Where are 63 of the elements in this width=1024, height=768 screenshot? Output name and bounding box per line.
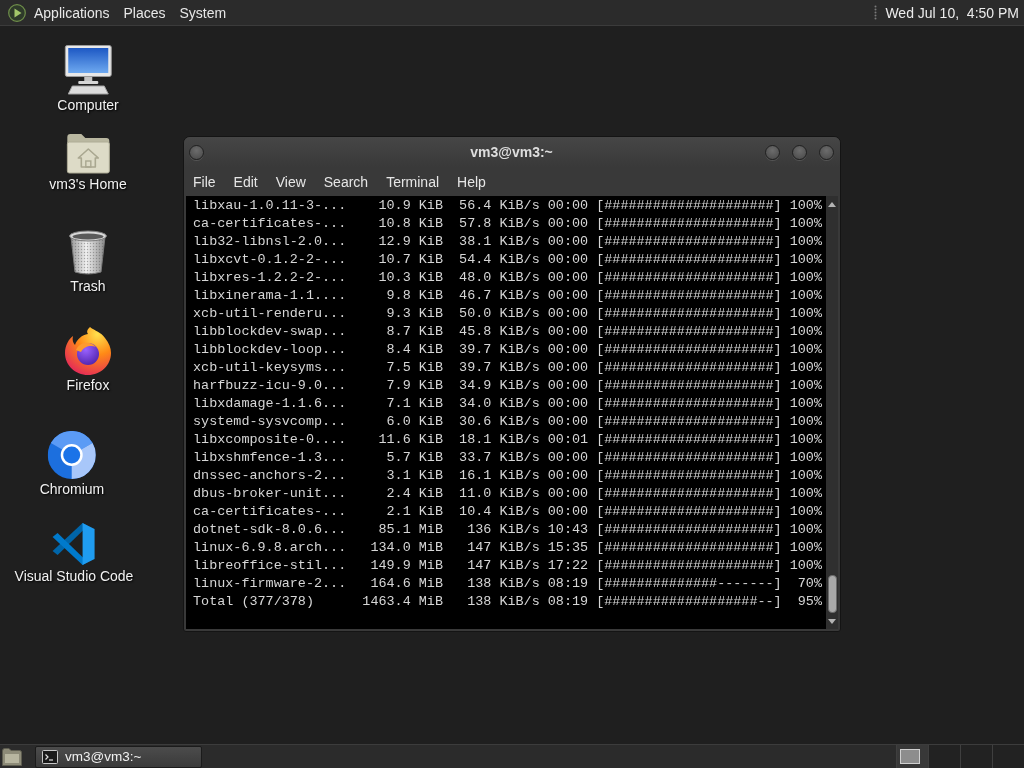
flame-globe-icon xyxy=(64,327,112,375)
terminal-line: harfbuzz-icu-9.0... 7.9 KiB 34.9 KiB/s 00:00 [#####################] 100% xyxy=(193,377,822,395)
monitor-icon xyxy=(64,45,112,95)
terminal-line: libxcvt-0.1.2-2-... 10.7 KiB 54.4 KiB/s 00:00 [#####################] 100% xyxy=(193,251,822,269)
scroll-down-icon[interactable] xyxy=(828,619,836,624)
window-title: vm3@vm3:~ xyxy=(470,144,553,160)
desktop-shortcut[interactable]: vm3's Home xyxy=(49,132,127,192)
scrollbar-thumb[interactable] xyxy=(827,575,837,613)
terminal-line: libblockdev-swap... 8.7 KiB 45.8 KiB/s 00:00 [#####################] 100% xyxy=(193,323,822,341)
terminal-line: libreoffice-stil... 149.9 MiB 147 KiB/s 17:22 [#####################] 100% xyxy=(193,557,822,575)
workspace-cell[interactable] xyxy=(992,745,1024,768)
terminal-line: ca-certificates-... 2.1 KiB 10.4 KiB/s 00:00 [#####################] 100% xyxy=(193,503,822,521)
terminal-line: libxshmfence-1.3... 5.7 KiB 33.7 KiB/s 00:00 [#####################] 100% xyxy=(193,449,822,467)
panel-menu[interactable]: System xyxy=(172,0,234,25)
terminal-line: ca-certificates-... 10.8 KiB 57.8 KiB/s 00:00 [#####################] 100% xyxy=(193,215,822,233)
terminal-line: lib32-libnsl-2.0... 12.9 KiB 38.1 KiB/s 00:00 [#####################] 100% xyxy=(193,233,822,251)
window-menu-button[interactable] xyxy=(189,144,204,160)
window-thumbnail-icon xyxy=(900,749,920,764)
terminal-line: xcb-util-keysyms... 7.5 KiB 39.7 KiB/s 00:00 [#####################] 100% xyxy=(193,359,822,377)
desktop-shortcut[interactable]: Computer xyxy=(57,45,119,113)
maximize-button[interactable] xyxy=(792,144,807,160)
terminal-line: libxres-1.2.2-2-... 10.3 KiB 48.0 KiB/s 00:00 [#####################] 100% xyxy=(193,269,822,287)
terminal-line: xcb-util-renderu... 9.3 KiB 50.0 KiB/s 00:00 [#####################] 100% xyxy=(193,305,822,323)
menu-item[interactable]: Terminal xyxy=(377,169,449,194)
terminal-line: linux-6.9.8.arch... 134.0 MiB 147 KiB/s 15:35 [#####################] 100% xyxy=(193,539,822,557)
terminal-line: dnssec-anchors-2... 3.1 KiB 16.1 KiB/s 00:00 [#####################] 100% xyxy=(193,467,822,485)
menu-item[interactable]: Search xyxy=(314,169,378,194)
terminal-line: dbus-broker-unit... 2.4 KiB 11.0 KiB/s 00:00 [#####################] 100% xyxy=(193,485,822,503)
desktop-shortcut[interactable]: Chromium xyxy=(39,431,105,497)
workspace-cell[interactable] xyxy=(928,745,960,768)
clock[interactable]: Wed Jul 10, 4:50 PM xyxy=(885,4,1020,21)
panel-menu[interactable]: Applications xyxy=(1,0,117,25)
workspace-cell[interactable] xyxy=(960,745,992,768)
workspace-cell[interactable] xyxy=(896,745,928,768)
terminal-line: libxinerama-1.1.... 9.8 KiB 46.7 KiB/s 00:00 [#####################] 100% xyxy=(193,287,822,305)
menu-item[interactable]: File xyxy=(184,169,225,194)
menu-item[interactable]: View xyxy=(266,169,315,194)
desktop-shortcut[interactable]: Visual Studio Code xyxy=(14,522,134,584)
menu-item[interactable]: Edit xyxy=(224,169,267,194)
terminal-line: libxcomposite-0.... 11.6 KiB 18.1 KiB/s 00:01 [#####################] 100% xyxy=(193,431,822,449)
play-logo-icon xyxy=(8,3,26,22)
desktop-icon[interactable] xyxy=(2,747,22,766)
terminal-line: Total (377/378) 1463.4 MiB 138 KiB/s 08:19 [###################--] 95% xyxy=(193,593,822,611)
terminal-line: libblockdev-loop... 8.4 KiB 39.7 KiB/s 00:00 [#####################] 100% xyxy=(193,341,822,359)
menu-item[interactable]: Help xyxy=(448,169,495,194)
terminal-icon xyxy=(42,749,58,764)
panel-menu[interactable]: Places xyxy=(116,0,173,25)
taskbar-button[interactable]: vm3@vm3:~ xyxy=(35,745,202,768)
trash-bin-icon xyxy=(68,230,108,276)
scroll-up-icon[interactable] xyxy=(828,202,836,207)
minimize-button[interactable] xyxy=(765,144,780,160)
home-folder-icon xyxy=(66,132,110,174)
terminal-line: libxdamage-1.1.6... 7.1 KiB 34.0 KiB/s 00:00 [#####################] 100% xyxy=(193,395,822,413)
desktop-shortcut[interactable]: Trash xyxy=(68,230,108,294)
desktop-shortcut[interactable]: Firefox xyxy=(64,327,112,393)
terminal-line: systemd-sysvcomp... 6.0 KiB 30.6 KiB/s 00:00 [#####################] 100% xyxy=(193,413,822,431)
drag-handle-icon[interactable] xyxy=(874,4,878,21)
close-button[interactable] xyxy=(819,144,834,160)
ribbon-logo-icon xyxy=(52,522,96,566)
terminal-line: linux-firmware-2... 164.6 MiB 138 KiB/s 08:19 [##############-------] 70% xyxy=(193,575,822,593)
ring-logo-icon xyxy=(48,431,96,479)
terminal-line: libxau-1.0.11-3-... 10.9 KiB 56.4 KiB/s 00:00 [#####################] 100% xyxy=(193,197,822,215)
terminal-line: dotnet-sdk-8.0.6... 85.1 MiB 136 KiB/s 10:43 [#####################] 100% xyxy=(193,521,822,539)
